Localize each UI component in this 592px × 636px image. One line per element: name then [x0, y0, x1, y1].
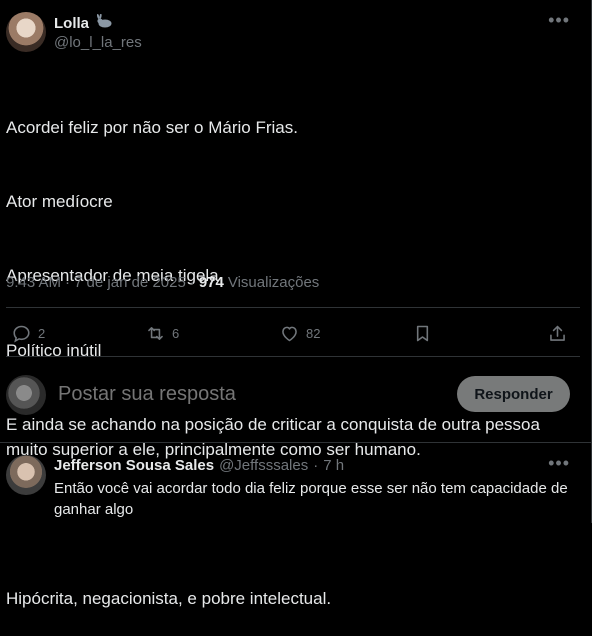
tweet-text: Acordei feliz por não ser o Mário Frias.…: [6, 66, 581, 636]
divider: [6, 307, 580, 308]
action-bar: 2 6 82: [0, 318, 592, 348]
bookmark-icon: [416, 325, 429, 342]
comment-more-icon[interactable]: •••: [548, 453, 570, 474]
commenter-handle[interactable]: @Jeffsssales: [219, 457, 308, 474]
reply-action[interactable]: 2: [11, 323, 45, 344]
comment-text: Então você vai acordar todo dia feliz po…: [54, 480, 568, 518]
tweet-date[interactable]: 7 de jan de 2025: [74, 274, 186, 291]
commenter-name[interactable]: Jefferson Sousa Sales: [54, 457, 214, 474]
rabbit-icon: [95, 13, 113, 33]
divider: [6, 356, 580, 357]
user-avatar[interactable]: [6, 375, 46, 415]
divider: [0, 442, 591, 443]
share-icon: [550, 325, 565, 341]
separator-dot: ·: [313, 457, 319, 474]
reply-button[interactable]: Responder: [457, 376, 570, 412]
author-handle[interactable]: @lo_l_la_res: [54, 34, 142, 51]
comment-time[interactable]: 7 h: [323, 457, 344, 474]
like-count: 82: [306, 326, 321, 341]
tweet-meta: 9:43 AM · 7 de jan de 2025 · 974 Visuali…: [6, 274, 320, 291]
commenter-avatar[interactable]: [6, 455, 46, 495]
share-action[interactable]: [547, 323, 568, 344]
retweet-action[interactable]: 6: [145, 323, 179, 344]
views-label: Visualizações: [227, 274, 320, 291]
tweet-line: Hipócrita, negacionista, e pobre intelec…: [6, 588, 332, 608]
more-options-icon[interactable]: •••: [548, 10, 570, 31]
heart-icon: [282, 326, 297, 342]
reply-icon: [13, 325, 30, 343]
author-avatar[interactable]: [6, 12, 46, 52]
like-action[interactable]: 82: [279, 323, 320, 344]
reply-count: 2: [38, 326, 46, 341]
tweet-line: Ator medíocre: [6, 191, 113, 211]
tweet-line: Acordei feliz por não ser o Mário Frias.: [6, 117, 298, 137]
bookmark-action[interactable]: [412, 323, 433, 344]
tweet-line: E ainda se achando na posição de critica…: [6, 415, 545, 459]
retweet-count: 6: [172, 326, 180, 341]
author-name[interactable]: Lolla: [54, 15, 89, 32]
views-count: 974: [198, 274, 224, 291]
reply-input[interactable]: [56, 382, 440, 407]
comment-header: Jefferson Sousa Sales @Jeffsssales · 7 h: [54, 457, 344, 474]
tweet-time[interactable]: 9:43 AM: [6, 274, 61, 291]
author-name-row: Lolla: [54, 13, 113, 33]
retweet-icon: [148, 327, 163, 340]
